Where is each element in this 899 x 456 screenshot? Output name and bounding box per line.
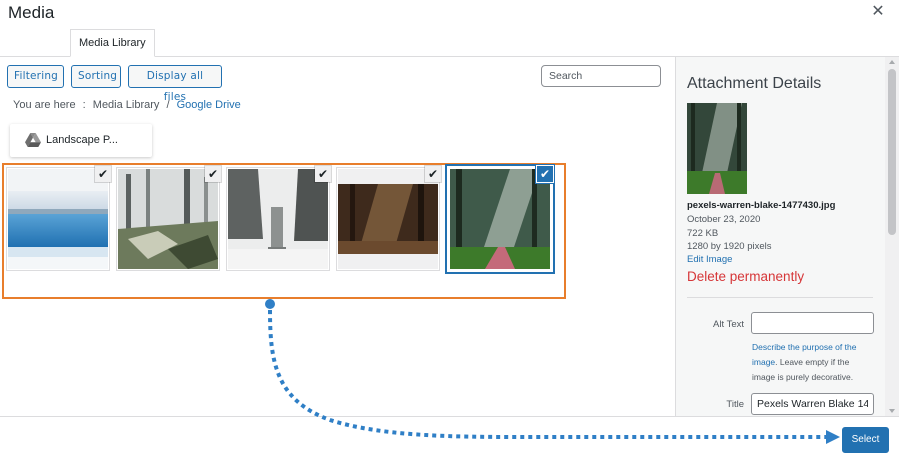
attachment-filename: pexels-warren-blake-1477430.jpg <box>687 200 836 211</box>
title-label: Title <box>726 399 744 410</box>
search-input[interactable] <box>541 65 661 87</box>
media-thumbnail-1[interactable]: ✔ <box>7 166 111 270</box>
attachment-date: October 23, 2020 <box>687 214 761 225</box>
modal-title: Media <box>8 3 55 22</box>
breadcrumb-separator: / <box>166 99 170 111</box>
attachment-details-panel: Attachment Details pexels-warren-blake-1… <box>675 57 899 416</box>
media-thumbnail-5[interactable]: ✔ <box>449 166 553 270</box>
tab-media-library[interactable]: Media Library <box>70 29 155 57</box>
media-thumbnail-2[interactable]: ✔ <box>117 166 221 270</box>
media-thumbnail-4[interactable]: ✔ <box>337 166 441 270</box>
checkmark-icon[interactable]: ✔ <box>205 166 221 182</box>
filtering-button[interactable]: Filtering <box>7 65 64 88</box>
thumbnail-image <box>338 169 438 269</box>
delete-permanently-link[interactable]: Delete permanently <box>687 269 804 284</box>
checkmark-icon[interactable]: ✔ <box>315 166 331 182</box>
arrow-start-dot <box>265 299 275 309</box>
title-input[interactable] <box>751 393 874 415</box>
thumbnail-image <box>8 169 108 269</box>
thumbnail-image <box>228 169 328 269</box>
attachment-details-heading: Attachment Details <box>687 75 822 92</box>
scroll-down-arrow-icon[interactable] <box>889 409 895 413</box>
scroll-up-arrow-icon[interactable] <box>889 60 895 64</box>
attachment-size: 722 KB <box>687 228 719 239</box>
attachment-dimensions: 1280 by 1920 pixels <box>687 241 772 252</box>
select-button[interactable]: Select <box>842 427 889 453</box>
checkmark-icon[interactable]: ✔ <box>537 166 553 182</box>
google-drive-icon <box>25 133 41 147</box>
edit-image-link[interactable]: Edit Image <box>687 254 732 265</box>
breadcrumb-current[interactable]: Google Drive <box>177 99 241 111</box>
alt-text-label: Alt Text <box>713 319 744 330</box>
attachment-preview-image <box>687 103 747 194</box>
sidebar-scrollbar[interactable] <box>885 57 899 416</box>
thumbnail-image <box>118 169 218 269</box>
alt-text-help: Describe the purpose of the image. Leave… <box>752 340 870 385</box>
checkmark-icon[interactable]: ✔ <box>425 166 441 182</box>
folder-name: Landscape P... <box>46 134 118 146</box>
media-thumbnail-3[interactable]: ✔ <box>227 166 331 270</box>
folder-landscape[interactable]: Landscape P... <box>10 124 152 157</box>
thumbnail-image <box>450 169 550 269</box>
display-all-files-button[interactable]: Display all files <box>128 65 222 103</box>
breadcrumb-prefix: You are here <box>13 99 76 111</box>
breadcrumb-root[interactable]: Media Library <box>93 99 160 111</box>
scroll-thumb[interactable] <box>888 69 896 235</box>
checkmark-icon[interactable]: ✔ <box>95 166 111 182</box>
details-divider <box>687 297 873 298</box>
close-icon[interactable]: ✕ <box>870 4 886 20</box>
sorting-button[interactable]: Sorting <box>71 65 121 88</box>
alt-text-input[interactable] <box>751 312 874 334</box>
breadcrumb-colon: : <box>82 99 86 111</box>
modal-footer <box>0 416 899 456</box>
breadcrumb: You are here : Media Library / Google Dr… <box>13 99 241 111</box>
